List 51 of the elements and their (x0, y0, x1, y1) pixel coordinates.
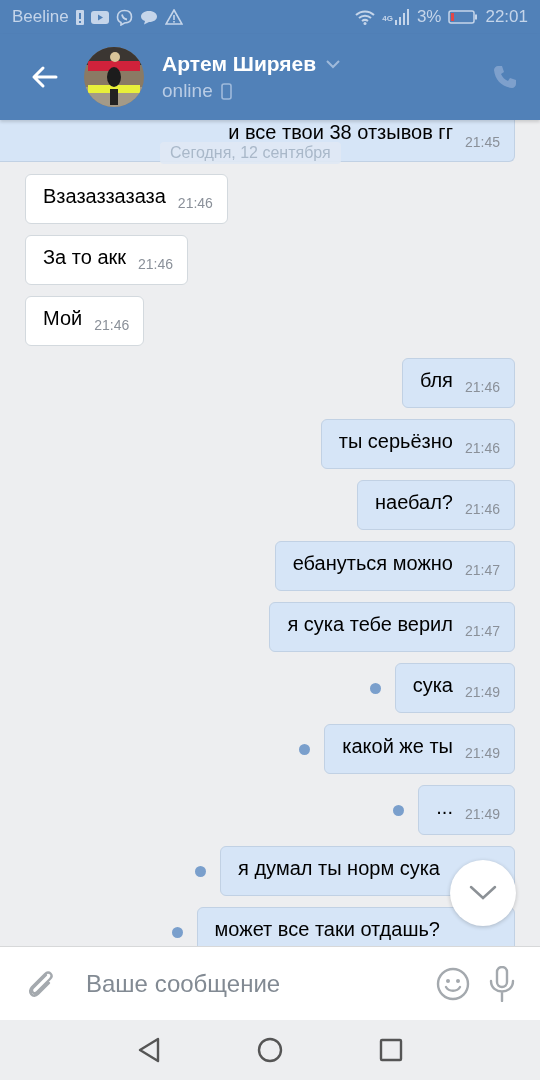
message-text: Взазаззазаза (43, 184, 166, 208)
video-icon (90, 10, 109, 24)
message-time: 21:46 (138, 256, 174, 272)
message-text: может все таки отдашь? (214, 917, 440, 941)
message-text: и все твои 38 отзывов гг (228, 120, 453, 144)
message-time: 21:49 (464, 806, 500, 822)
message-text: Мой (43, 306, 83, 330)
message-time: 21:49 (464, 684, 500, 700)
message-time: 21:46 (464, 379, 500, 395)
home-circle-icon[interactable] (257, 1037, 283, 1063)
message-time: 21:47 (464, 623, 500, 639)
message-time: 21:46 (464, 501, 500, 517)
warning-icon (164, 9, 183, 25)
message-text: я думал ты норм сука (238, 856, 440, 880)
carrier-name: Beeline (12, 7, 69, 27)
phone-bubble-icon (115, 8, 133, 26)
message-time: 21:47 (464, 562, 500, 578)
message-time: 21:49 (464, 745, 500, 761)
message-time: 21:46 (177, 195, 213, 211)
clock-time: 22:01 (485, 7, 528, 27)
mobile-phone-icon (220, 82, 232, 100)
recent-apps-icon[interactable] (379, 1038, 403, 1062)
signal-icon (393, 9, 410, 25)
contact-name[interactable]: Артем Ширяев (162, 52, 317, 76)
wifi-icon (355, 9, 376, 25)
message-text: ... (436, 795, 453, 819)
back-triangle-icon[interactable] (137, 1037, 161, 1063)
message-input-field[interactable]: Ваше сообщение (76, 969, 418, 998)
network-type: 4G (382, 14, 393, 23)
message-text: какой же ты (342, 734, 453, 758)
chevron-down-icon[interactable] (326, 59, 341, 69)
smiley-icon[interactable] (436, 966, 470, 1001)
message-time: 21:46 (94, 317, 130, 333)
message-text: сука (412, 673, 453, 697)
message-time: 21:45 (464, 134, 500, 150)
message-text: ебануться можно (292, 551, 453, 575)
microphone-icon[interactable] (488, 965, 516, 1002)
message-text: ты серьёзно (338, 429, 453, 453)
message-text: бля (419, 368, 453, 392)
back-arrow-icon[interactable] (30, 65, 58, 89)
online-status: online (162, 80, 213, 102)
chevron-down-icon (469, 885, 497, 901)
message-time: 21:46 (464, 440, 500, 456)
battery-icon (448, 10, 479, 24)
phone-call-icon[interactable] (492, 64, 518, 90)
message-text: я сука тебе верил (287, 612, 453, 636)
message-text: наебал? (374, 490, 453, 514)
message-text: За то акк (43, 245, 126, 269)
battery-percent: 3% (416, 7, 442, 27)
chat-bubble-icon (139, 9, 158, 25)
battery-alert-icon (75, 9, 84, 25)
